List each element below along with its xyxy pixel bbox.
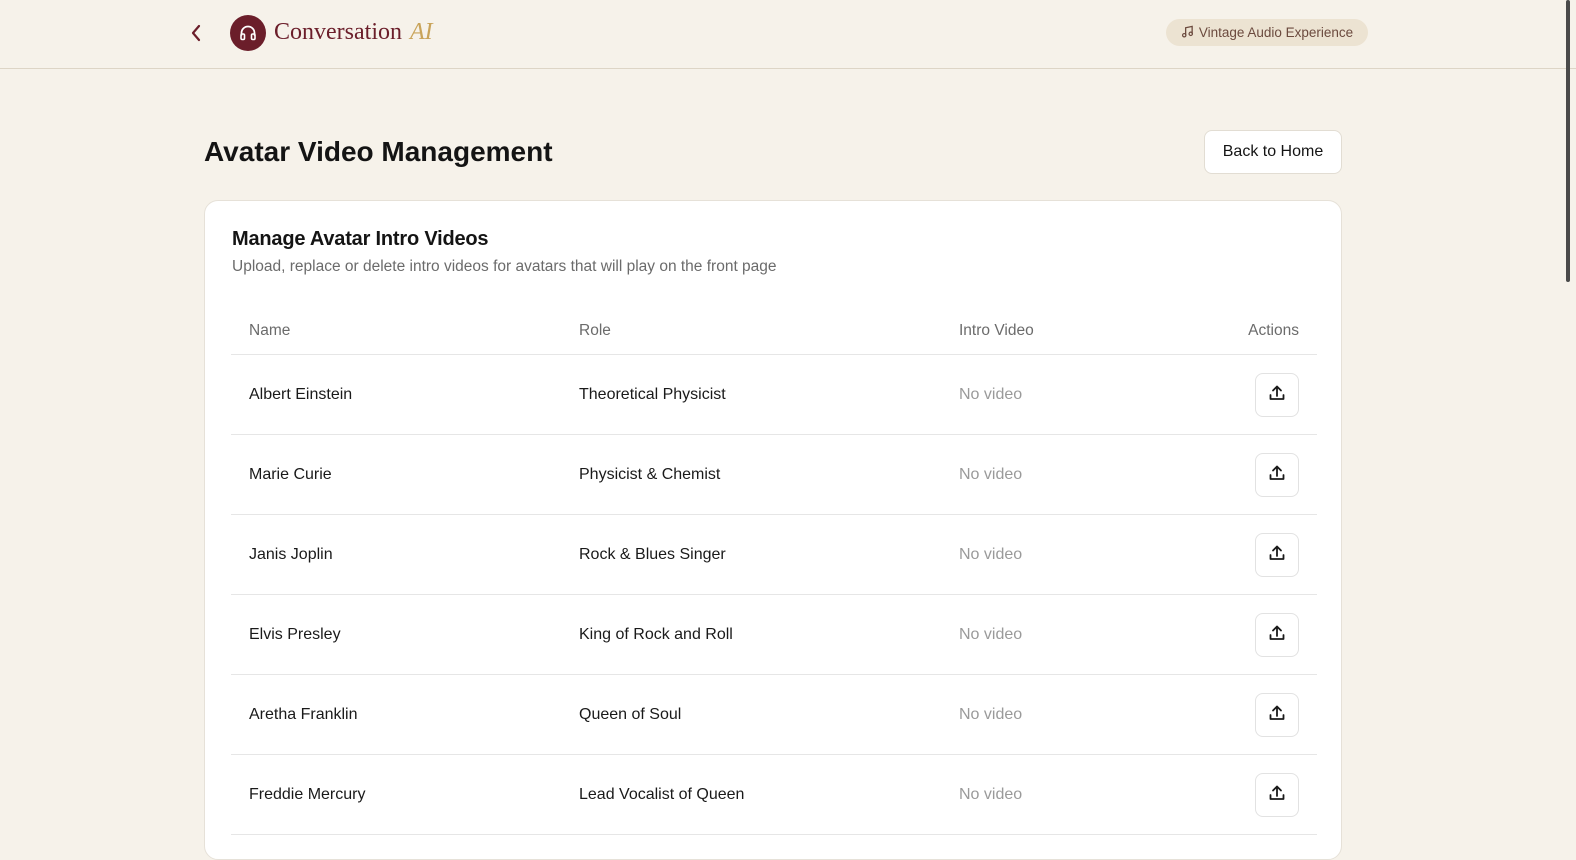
avatar-videos-card: Manage Avatar Intro Videos Upload, repla… bbox=[204, 200, 1342, 860]
headphones-icon bbox=[230, 15, 266, 51]
table-row: Marie Curie Physicist & Chemist No video bbox=[231, 435, 1317, 515]
upload-video-button[interactable] bbox=[1255, 373, 1299, 417]
upload-video-button[interactable] bbox=[1255, 453, 1299, 497]
column-header-role: Role bbox=[579, 322, 611, 339]
upload-icon bbox=[1268, 544, 1286, 567]
top-bar: Conversation AI Vintage Audio Experience bbox=[0, 0, 1576, 69]
avatar-role: Physicist & Chemist bbox=[579, 466, 721, 483]
video-status: No video bbox=[959, 706, 1023, 723]
avatar-role: Theoretical Physicist bbox=[579, 386, 726, 403]
avatar-role: Lead Vocalist of Queen bbox=[579, 786, 745, 803]
upload-video-button[interactable] bbox=[1255, 613, 1299, 657]
upload-video-button[interactable] bbox=[1255, 773, 1299, 817]
avatar-name: Freddie Mercury bbox=[249, 786, 366, 803]
vintage-audio-badge: Vintage Audio Experience bbox=[1166, 19, 1368, 46]
upload-video-button[interactable] bbox=[1255, 533, 1299, 577]
table-header: Name Role Intro Video Actions bbox=[231, 309, 1317, 355]
video-status: No video bbox=[959, 786, 1023, 803]
upload-icon bbox=[1268, 704, 1286, 727]
column-header-intro-video: Intro Video bbox=[959, 322, 1034, 339]
card-title: Manage Avatar Intro Videos bbox=[232, 228, 489, 250]
video-status: No video bbox=[959, 626, 1023, 643]
back-to-home-button[interactable]: Back to Home bbox=[1204, 130, 1342, 174]
column-header-name: Name bbox=[249, 322, 291, 339]
brand-logo[interactable]: Conversation AI bbox=[274, 16, 433, 48]
table-row: Aretha Franklin Queen of Soul No video bbox=[231, 675, 1317, 755]
upload-icon bbox=[1268, 784, 1286, 807]
badge-label: Vintage Audio Experience bbox=[1198, 25, 1354, 40]
table-row: Janis Joplin Rock & Blues Singer No vide… bbox=[231, 515, 1317, 595]
table-row: Freddie Mercury Lead Vocalist of Queen N… bbox=[231, 755, 1317, 835]
table-row: Elvis Presley King of Rock and Roll No v… bbox=[231, 595, 1317, 675]
avatar-role: King of Rock and Roll bbox=[579, 626, 733, 643]
upload-video-button[interactable] bbox=[1255, 693, 1299, 737]
music-note-icon bbox=[1181, 25, 1194, 41]
avatar-role: Rock & Blues Singer bbox=[579, 546, 726, 563]
video-status: No video bbox=[959, 386, 1023, 403]
upload-icon bbox=[1268, 624, 1286, 647]
avatar-name: Marie Curie bbox=[249, 466, 332, 483]
avatar-role: Queen of Soul bbox=[579, 706, 682, 723]
avatar-table: Name Role Intro Video Actions Albert Ein… bbox=[231, 309, 1317, 835]
chevron-left-icon[interactable] bbox=[186, 22, 206, 44]
avatar-name: Janis Joplin bbox=[249, 546, 333, 563]
card-subtitle: Upload, replace or delete intro videos f… bbox=[232, 258, 777, 275]
column-header-actions: Actions bbox=[1248, 322, 1299, 339]
scrollbar-thumb[interactable] bbox=[1566, 0, 1570, 282]
brand-name: Conversation bbox=[274, 19, 402, 45]
avatar-name: Albert Einstein bbox=[249, 386, 353, 403]
avatar-name: Elvis Presley bbox=[249, 626, 341, 643]
upload-icon bbox=[1268, 384, 1286, 407]
upload-icon bbox=[1268, 464, 1286, 487]
video-status: No video bbox=[959, 466, 1023, 483]
avatar-name: Aretha Franklin bbox=[249, 706, 358, 723]
video-status: No video bbox=[959, 546, 1023, 563]
table-row: Albert Einstein Theoretical Physicist No… bbox=[231, 355, 1317, 435]
page-title: Avatar Video Management bbox=[204, 136, 553, 167]
brand-ai: AI bbox=[409, 19, 433, 45]
